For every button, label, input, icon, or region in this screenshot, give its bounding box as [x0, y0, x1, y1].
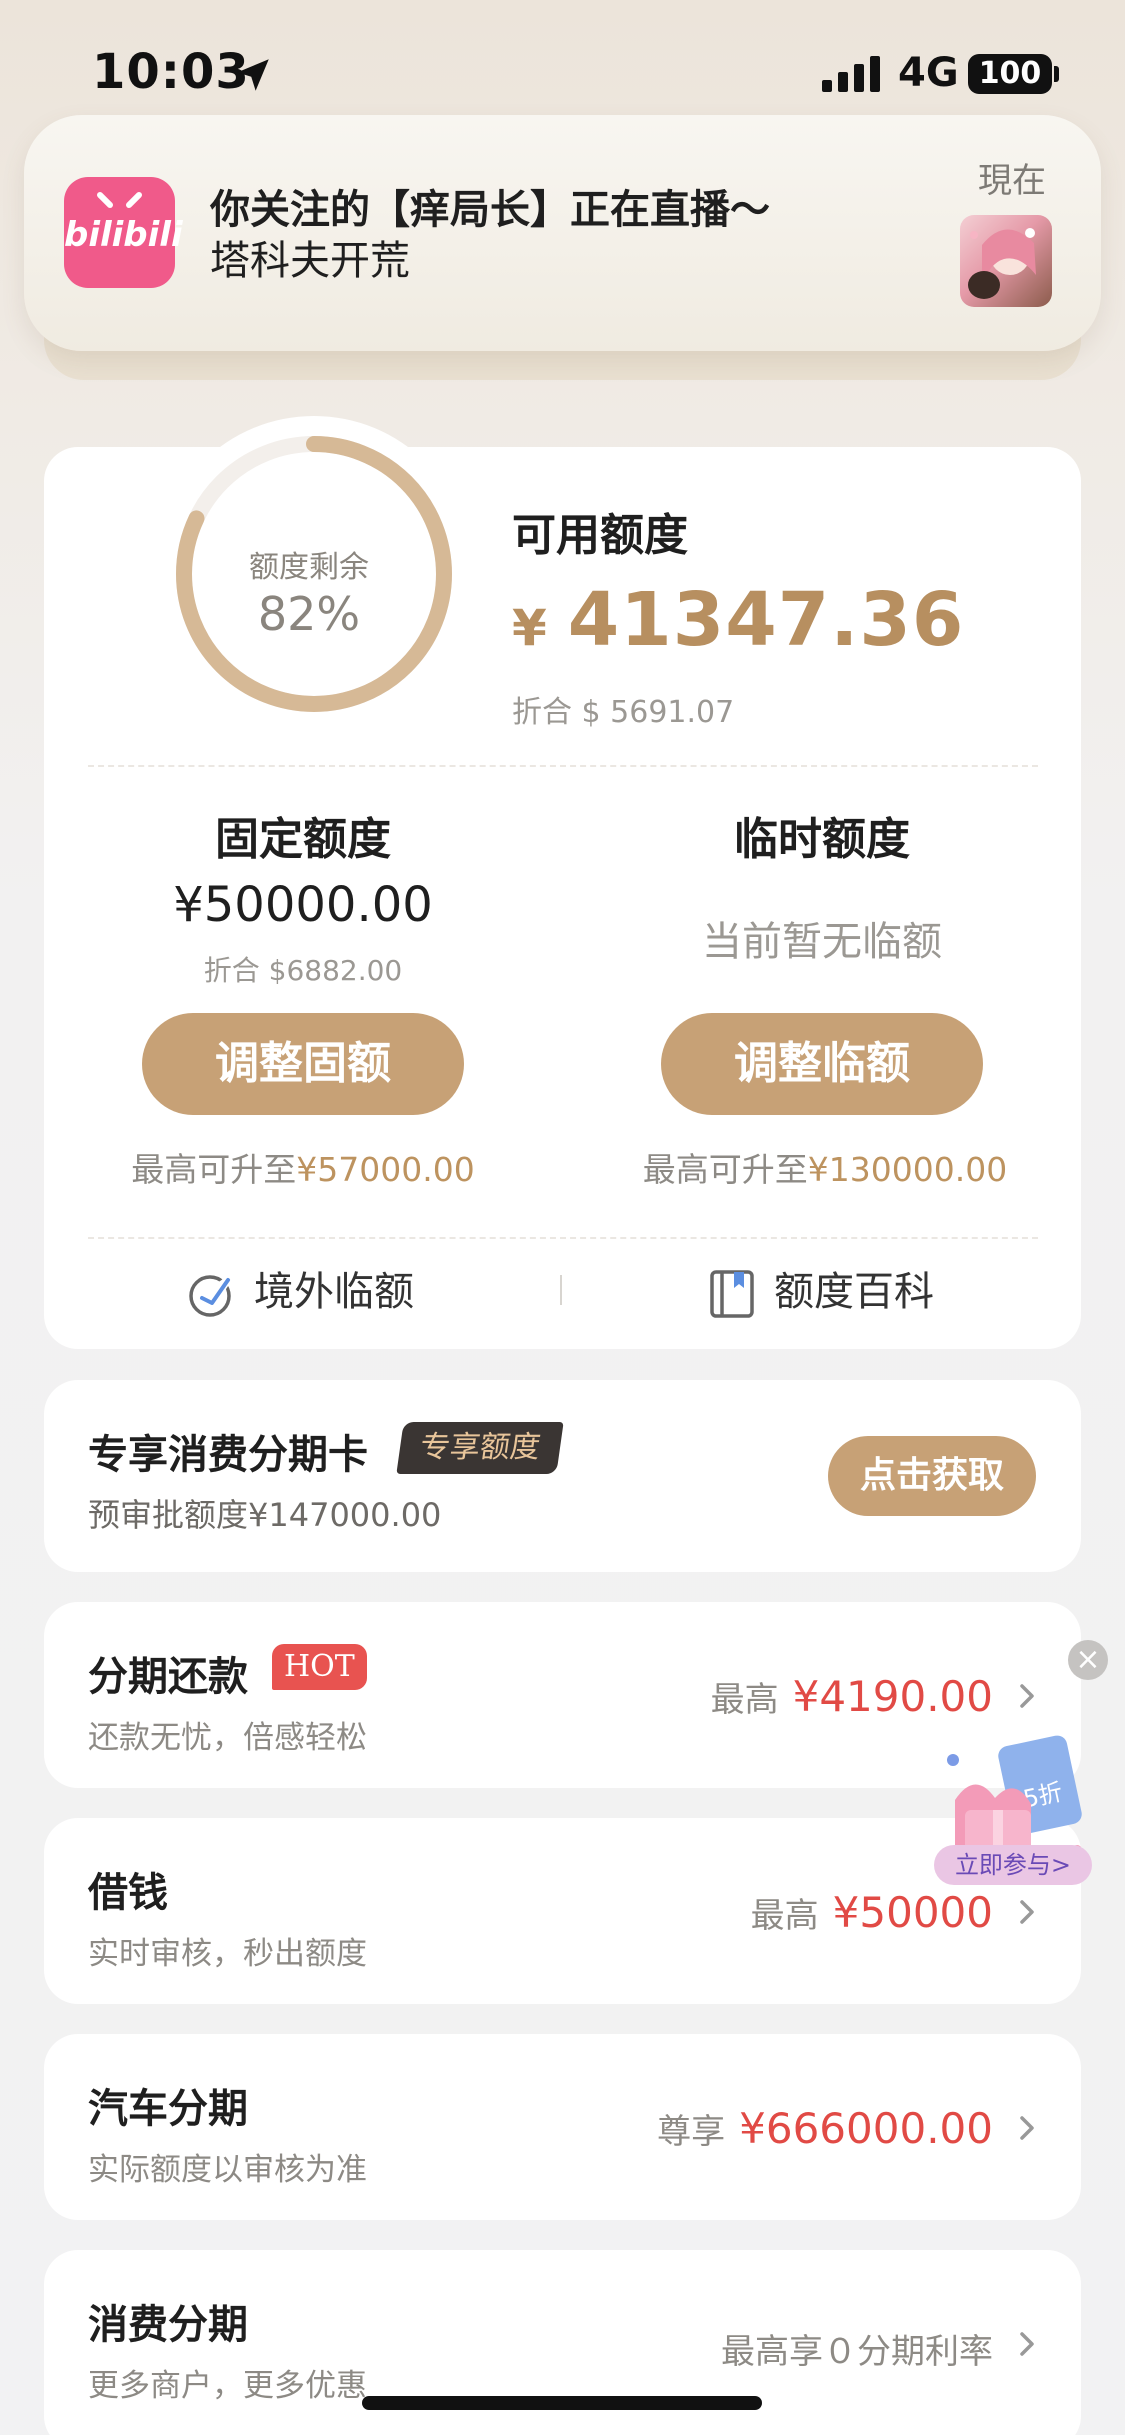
adjust-temporary-button[interactable]: 调整临额 [661, 1013, 983, 1115]
list-item-value: 最高享０分期利率 [721, 2324, 993, 2373]
chevron-right-icon [1020, 2332, 1034, 2356]
temporary-quota-title: 临时额度 [734, 814, 910, 865]
list-item-value: 最高 ¥50000 [751, 1888, 993, 1937]
plane-globe-icon [189, 1275, 233, 1317]
close-icon[interactable]: × [1068, 1640, 1108, 1680]
list-item[interactable]: 分期还款 HOT 还款无忧，倍感轻松 最高 ¥4190.00 [44, 1602, 1081, 1788]
list-item-subtitle: 实时审核，秒出额度 [88, 1936, 367, 1972]
home-indicator[interactable] [362, 2396, 762, 2410]
adjust-fixed-button[interactable]: 调整固额 [142, 1013, 464, 1115]
join-now-label[interactable]: 立即参与> [934, 1845, 1092, 1885]
network-label: 4G [898, 50, 959, 96]
list-item-subtitle: 实际额度以审核为准 [88, 2152, 367, 2188]
list-item[interactable]: 借钱 实时审核，秒出额度 最高 ¥50000 [44, 1818, 1081, 2004]
divider [88, 1237, 1038, 1239]
get-it-button[interactable]: 点击获取 [828, 1436, 1036, 1516]
battery-tip [1054, 66, 1059, 82]
list-item-title: 消费分期 [88, 2302, 248, 2348]
book-icon [710, 1270, 754, 1318]
cellular-signal-icon [822, 56, 880, 92]
available-quota-amount: ¥41347.36 [512, 577, 964, 663]
list-item-value: 最高 ¥4190.00 [711, 1672, 993, 1721]
quota-card: 额度剩余 82% 可用额度 ¥41347.36 折合 $ 5691.07 固定额… [44, 416, 1081, 1349]
chevron-right-icon [1020, 1900, 1034, 1924]
installment-card-promo[interactable]: 专享消费分期卡 专享额度 预审批额度¥147000.00 点击获取 [44, 1380, 1081, 1572]
overseas-quota-label: 境外临额 [254, 1269, 414, 1315]
fixed-quota-usd: 折合 $6882.00 [203, 954, 403, 987]
list-item-amount: ¥50000 [832, 1888, 993, 1937]
list-item-value: 尊享 ¥666000.00 [657, 2104, 993, 2153]
list-item-subtitle: 还款无忧，倍感轻松 [88, 1720, 367, 1756]
list-item-prefix: 最高 [710, 1680, 779, 1720]
quota-wiki-link[interactable]: 额度百科 [706, 1259, 934, 1320]
list-item-amount: ¥4190.00 [792, 1672, 993, 1721]
fixed-quota-max: 最高可升至¥57000.00 [68, 1143, 538, 1191]
fixed-max-value: ¥57000.00 [296, 1150, 475, 1189]
currency-symbol: ¥ [512, 599, 548, 657]
hot-badge: HOT [272, 1644, 367, 1690]
overseas-quota-link[interactable]: 境外临额 [186, 1259, 414, 1320]
notification-banner[interactable]: bilibili 你关注的【痒局长】正在直播～ 塔科夫开荒 現在 [24, 115, 1101, 351]
notification-title: 你关注的【痒局长】正在直播～ [210, 187, 770, 233]
chevron-right-icon [1020, 2116, 1034, 2140]
available-amount-value: 41347.36 [567, 577, 965, 663]
list-item-title: 借钱 [88, 1870, 168, 1916]
promo-tag: 专享额度 [396, 1422, 564, 1474]
notification-body: 塔科夫开荒 [210, 238, 410, 284]
list-item-subtitle: 更多商户，更多优惠 [88, 2368, 367, 2404]
temporary-max-prefix: 最高可升至 [642, 1150, 808, 1189]
list-item[interactable]: 汽车分期 实际额度以审核为准 尊享 ¥666000.00 [44, 2034, 1081, 2220]
promo-title: 专享消费分期卡 [88, 1432, 368, 1478]
app-logo-text: bilibili [64, 215, 183, 255]
ring-percent: 82% [257, 587, 361, 641]
notification-time: 現在 [978, 161, 1046, 201]
promo-subtitle: 预审批额度¥147000.00 [88, 1496, 442, 1534]
divider [88, 765, 1038, 767]
list-item-title: 汽车分期 [88, 2086, 248, 2132]
temporary-quota-max: 最高可升至¥130000.00 [590, 1143, 1060, 1191]
temporary-quota-none: 当前暂无临额 [702, 919, 942, 965]
link-separator [560, 1275, 562, 1305]
quota-wiki-label: 额度百科 [774, 1269, 934, 1315]
temporary-max-value: ¥130000.00 [807, 1150, 1008, 1189]
list-item-title: 分期还款 [88, 1654, 248, 1700]
list-item-plain: 最高享０分期利率 [721, 2332, 993, 2372]
streamer-avatar [960, 215, 1052, 307]
status-time: 10:03 [92, 44, 250, 100]
page: 10:03 4G 100 bilibili 你关注的【痒局长】正在直播～ 塔科夫… [0, 0, 1125, 2435]
list-item-amount: ¥666000.00 [739, 2104, 993, 2153]
list-item-prefix: 尊享 [657, 2112, 726, 2152]
chevron-right-icon [1020, 1684, 1034, 1708]
available-quota-title: 可用额度 [512, 510, 688, 561]
ring-label: 额度剩余 [249, 550, 369, 585]
location-arrow-icon [237, 59, 269, 91]
avatar-illustration [968, 228, 1036, 299]
fixed-quota-title: 固定额度 [215, 814, 391, 865]
list-item-prefix: 最高 [750, 1896, 819, 1936]
fixed-quota-amount: ¥50000.00 [173, 877, 433, 933]
fixed-max-prefix: 最高可升至 [131, 1150, 297, 1189]
battery-icon: 100 [968, 54, 1052, 94]
available-quota-usd: 折合 $ 5691.07 [512, 695, 735, 730]
bilibili-app-icon: bilibili [64, 177, 183, 288]
